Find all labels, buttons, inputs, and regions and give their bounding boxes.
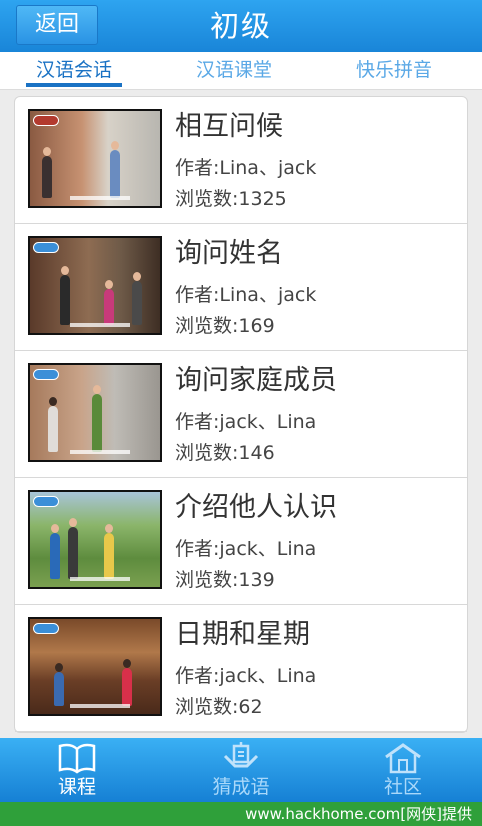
lesson-title: 相互问候 — [175, 111, 283, 142]
active-tab-indicator — [26, 83, 122, 87]
lesson-views: 浏览数:169 — [175, 315, 275, 337]
lesson-views: 浏览数:146 — [175, 442, 275, 464]
footer-bar: www.hackhome.com[网侠]提供 — [0, 802, 482, 826]
back-button[interactable]: 返回 — [16, 5, 98, 45]
lesson-author: 作者:Lina、jack — [175, 284, 317, 306]
house-icon — [385, 743, 421, 774]
lesson-author: 作者:jack、Lina — [175, 411, 317, 433]
lesson-title: 询问家庭成员 — [175, 365, 337, 396]
watermark-text: www.hackhome.com[网侠]提供 — [245, 805, 472, 823]
tab-chinese-classroom[interactable]: 汉语课堂 — [178, 52, 290, 90]
lesson-thumbnail — [28, 236, 162, 335]
lesson-author: 作者:jack、Lina — [175, 665, 317, 687]
lesson-title: 介绍他人认识 — [175, 492, 337, 523]
lesson-thumbnail — [28, 363, 162, 462]
nav-community[interactable]: 社区 — [343, 738, 463, 802]
lesson-row[interactable]: 相互问候 作者:Lina、jack 浏览数:1325 — [15, 97, 467, 224]
lesson-thumbnail — [28, 617, 162, 716]
lesson-list-area[interactable]: 相互问候 作者:Lina、jack 浏览数:1325 询问姓名 作者:Lina、… — [0, 90, 482, 738]
nav-community-label: 社区 — [383, 776, 422, 798]
puzzle-icon — [223, 742, 259, 768]
top-bar: 初级 返回 — [0, 0, 482, 52]
lesson-views: 浏览数:62 — [175, 696, 263, 718]
lesson-author: 作者:jack、Lina — [175, 538, 317, 560]
lesson-list: 相互问候 作者:Lina、jack 浏览数:1325 询问姓名 作者:Lina、… — [14, 96, 468, 733]
lesson-views: 浏览数:139 — [175, 569, 275, 591]
lesson-title: 询问姓名 — [175, 238, 283, 269]
nav-courses-label: 课程 — [57, 776, 96, 798]
tab-happy-pinyin[interactable]: 快乐拼音 — [338, 52, 450, 90]
lesson-views: 浏览数:1325 — [175, 188, 287, 210]
lesson-row[interactable]: 询问家庭成员 作者:jack、Lina 浏览数:146 — [15, 351, 467, 478]
book-icon — [58, 743, 96, 774]
nav-idiom-guess[interactable]: 猜成语 — [181, 738, 301, 802]
lesson-row[interactable]: 询问姓名 作者:Lina、jack 浏览数:169 — [15, 224, 467, 351]
lesson-row[interactable]: 日期和星期 作者:jack、Lina 浏览数:62 — [15, 605, 467, 732]
bottom-nav: 课程 猜成语 社区 — [0, 738, 482, 802]
lesson-thumbnail — [28, 109, 162, 208]
lesson-title: 日期和星期 — [175, 619, 310, 650]
lesson-row[interactable]: 介绍他人认识 作者:jack、Lina 浏览数:139 — [15, 478, 467, 605]
nav-courses[interactable]: 课程 — [17, 738, 137, 802]
lesson-author: 作者:Lina、jack — [175, 157, 317, 179]
nav-idiom-guess-label: 猜成语 — [212, 776, 270, 798]
lesson-thumbnail — [28, 490, 162, 589]
